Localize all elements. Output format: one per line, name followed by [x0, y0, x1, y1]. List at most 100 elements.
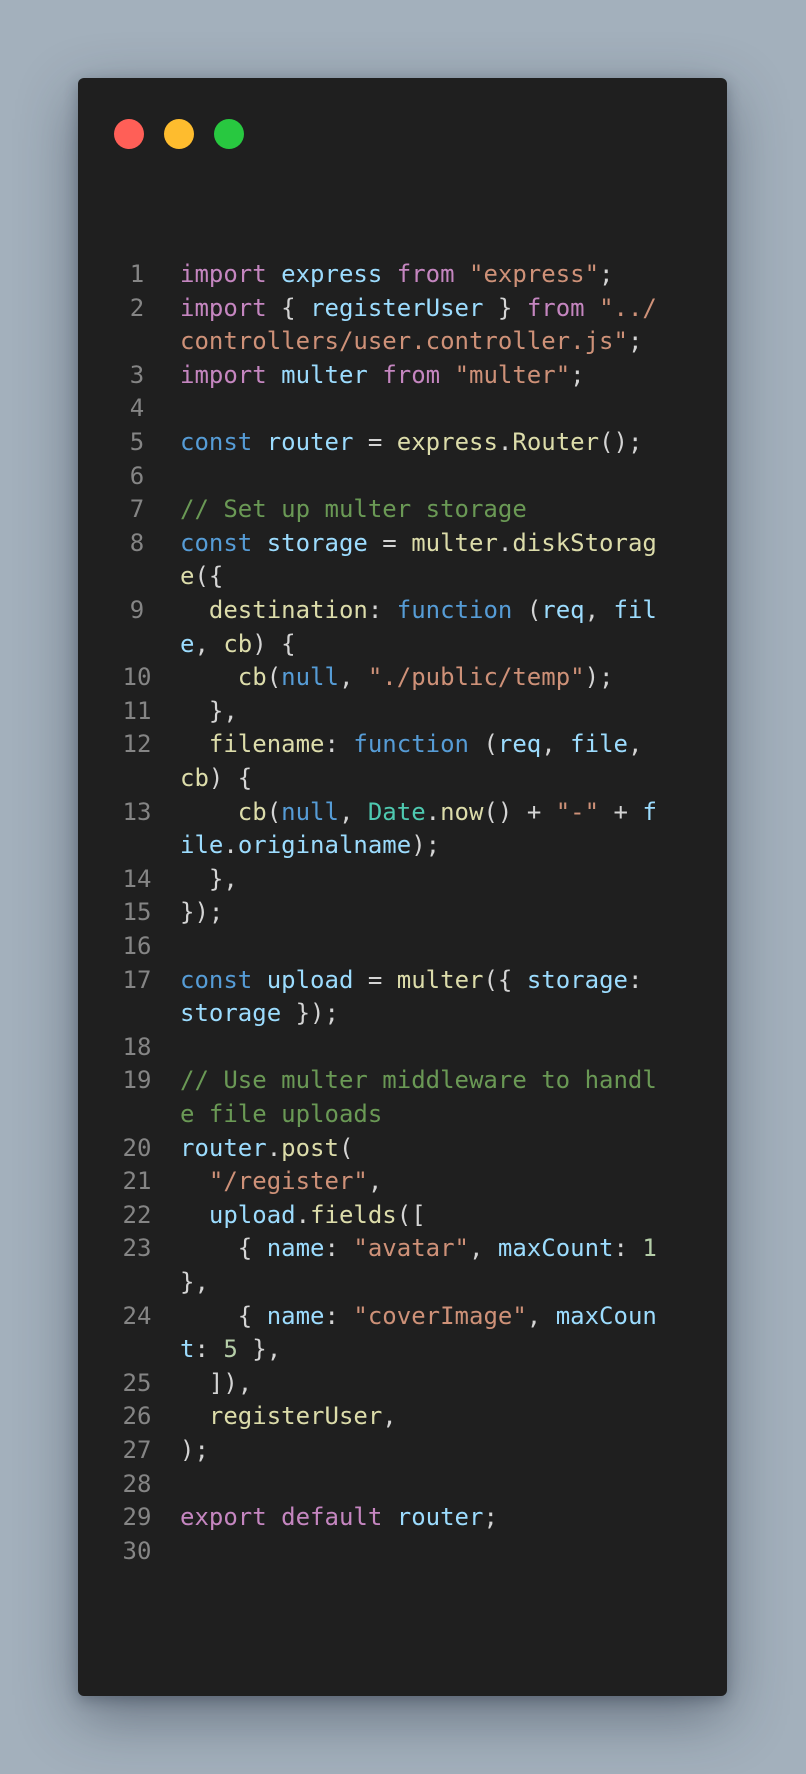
code-token: {	[180, 1234, 267, 1263]
code-token: diskStorag	[512, 528, 657, 557]
code-text: e, cb) {	[180, 625, 720, 663]
code-text: ile.originalname);	[180, 826, 720, 864]
line-number: 9	[129, 596, 145, 624]
code-token: :	[367, 596, 397, 624]
code-text: },	[180, 1263, 720, 1301]
line-number: 19	[122, 1066, 152, 1095]
code-token: express	[281, 260, 397, 288]
code-token: ([	[396, 1200, 426, 1229]
code-line: cb) {	[78, 759, 727, 797]
code-token: cb	[237, 663, 267, 692]
line-number: 7	[129, 495, 145, 524]
code-line: 27);	[78, 1431, 727, 1469]
code-token: {	[180, 1301, 267, 1330]
code-token: maxCount	[497, 1234, 614, 1263]
code-text: },	[180, 860, 720, 898]
code-token: "multer"	[454, 360, 571, 389]
line-number: 22	[122, 1200, 152, 1229]
code-token: req	[541, 596, 585, 624]
code-token: filename	[208, 730, 325, 759]
code-line: e, cb) {	[78, 625, 727, 663]
code-text: cb(null, "./public/temp");	[180, 658, 720, 696]
code-text: router.post(	[180, 1129, 720, 1167]
code-token: }	[497, 293, 527, 322]
line-number: 16	[122, 932, 152, 960]
line-number: 5	[129, 428, 145, 456]
code-token: :	[613, 1234, 643, 1263]
code-line: 24 { name: "coverImage", maxCoun	[78, 1297, 727, 1335]
maximize-dot-icon	[214, 119, 244, 149]
code-window: 1 import express from "express"; 2 import {…	[78, 78, 727, 1696]
line-number: 20	[122, 1133, 152, 1162]
line-number: 1	[129, 260, 145, 288]
code-line: 3 import multer from "multer";	[78, 356, 727, 394]
code-token: // Use multer middleware to handl	[180, 1066, 657, 1095]
code-token: +	[599, 797, 643, 826]
code-token: :	[627, 965, 643, 994]
minimize-dot-icon	[164, 119, 194, 149]
code-token: .	[425, 797, 441, 826]
code-token: .	[223, 831, 238, 860]
line-number: 27	[122, 1436, 152, 1464]
code-token: ;	[627, 327, 643, 356]
code-token: from	[396, 260, 469, 288]
code-text: export default router;	[180, 1498, 720, 1536]
code-token: (	[266, 797, 282, 826]
code-line: controllers/user.controller.js";	[78, 322, 727, 360]
code-line: 5 const router = express.Router();	[78, 423, 727, 461]
line-number: 15	[122, 898, 152, 927]
line-number: 11	[122, 696, 152, 725]
code-token: .	[497, 528, 513, 557]
code-token: ;	[483, 1503, 498, 1532]
code-text: "/register",	[180, 1162, 720, 1200]
code-text: import express from "express";	[180, 255, 720, 293]
code-line: 4	[78, 389, 727, 427]
line-number: 6	[129, 461, 145, 490]
code-text: ]),	[180, 1364, 720, 1402]
code-token: ({	[483, 965, 527, 994]
code-text: storage });	[180, 994, 720, 1032]
code-text: destination: function (req, fil	[180, 591, 720, 629]
code-token: });	[180, 898, 224, 927]
code-token: router	[396, 1503, 484, 1532]
code-token: express	[396, 428, 498, 456]
code-text: cb) {	[180, 759, 720, 797]
line-number: 28	[122, 1469, 152, 1498]
code-token: .	[497, 428, 513, 456]
code-token: cb	[223, 629, 253, 658]
code-token: Date	[367, 797, 426, 826]
code-token: ;	[599, 260, 614, 288]
code-token: ,	[541, 730, 571, 759]
code-token: 1	[642, 1234, 657, 1263]
code-line: 8 const storage = multer.diskStorag	[78, 524, 727, 562]
code-text: });	[180, 893, 720, 931]
code-text: // Set up multer storage	[180, 490, 720, 528]
code-token: upload	[266, 965, 368, 994]
code-token: "express"	[469, 260, 600, 288]
code-token: "avatar"	[353, 1234, 469, 1263]
code-text: cb(null, Date.now() + "-" + f	[180, 793, 720, 831]
code-token: // Set up multer storage	[180, 495, 527, 524]
code-token: (	[266, 663, 282, 692]
code-token: import	[180, 360, 282, 389]
code-token: post	[281, 1133, 339, 1162]
code-text: filename: function (req, file,	[180, 725, 720, 763]
code-token: req	[497, 730, 542, 759]
code-line: },	[78, 1263, 727, 1301]
code-line: 25 ]),	[78, 1364, 727, 1402]
code-token: =	[367, 428, 397, 456]
code-token: maxCoun	[555, 1301, 657, 1330]
code-token: upload	[208, 1200, 296, 1229]
code-text: { name: "coverImage", maxCoun	[180, 1297, 720, 1335]
code-token: function	[396, 596, 527, 624]
code-token: const	[180, 965, 267, 994]
code-line: 21 "/register",	[78, 1162, 727, 1200]
code-line: ile.originalname);	[78, 826, 727, 864]
code-token: from	[382, 360, 455, 389]
code-token: export	[180, 1503, 282, 1532]
code-token: },	[180, 696, 238, 725]
